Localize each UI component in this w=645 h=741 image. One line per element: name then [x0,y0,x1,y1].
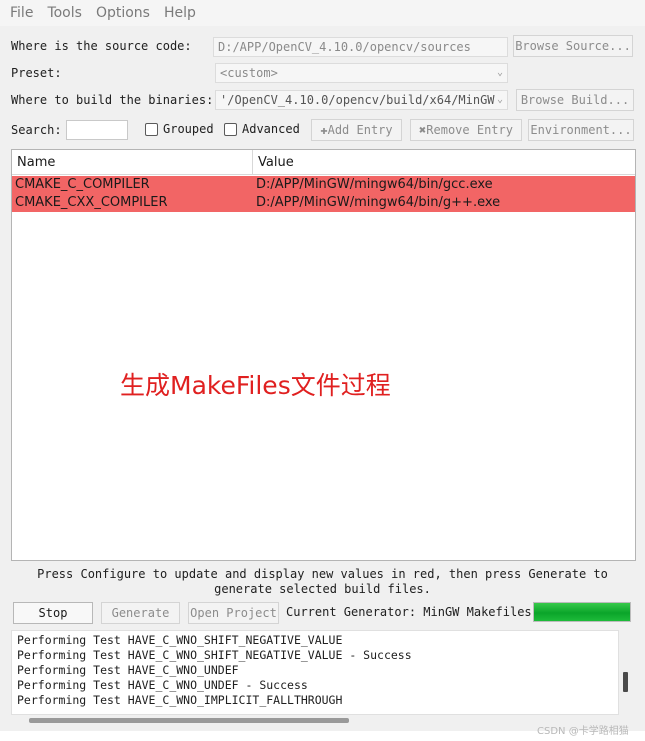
search-label: Search: [11,123,62,137]
current-generator-label: Current Generator: MinGW Makefiles [286,605,532,619]
progress-bar [533,602,631,622]
grouped-label: Grouped [163,122,214,136]
table-row[interactable]: CMAKE_CXX_COMPILER D:/APP/MinGW/mingw64/… [12,194,635,212]
preset-label: Preset: [11,66,62,80]
log-line: Performing Test HAVE_C_WNO_SHIFT_NEGATIV… [17,633,343,647]
scrollbar-thumb[interactable] [623,672,628,692]
build-path-value: '/OpenCV_4.10.0/opencv/build/x64/MinGW [220,93,495,107]
menu-file[interactable]: File [10,5,33,21]
checkbox-box[interactable] [145,122,158,136]
build-label: Where to build the binaries: [11,93,214,107]
chevron-down-icon: ⌄ [496,94,503,105]
menu-help[interactable]: Help [164,5,196,21]
menu-tools[interactable]: Tools [47,5,82,21]
hint-line-1: Press Configure to update and display ne… [37,567,608,581]
environment-button[interactable]: Environment... [528,119,634,141]
checkbox-box[interactable] [224,122,237,136]
grouped-checkbox[interactable]: Grouped [145,122,214,136]
progress-fill [534,603,630,621]
menu-options[interactable]: Options [96,5,150,21]
menu-bar: File Tools Options Help [0,0,645,26]
open-project-button[interactable]: Open Project [188,602,279,624]
advanced-label: Advanced [242,122,300,136]
hint-line-2: generate selected build files. [214,582,431,596]
scrollbar-thumb[interactable] [29,718,349,723]
preset-value: <custom> [220,66,278,80]
watermark: CSDN @卡学路相猫 [537,726,629,737]
source-path-field[interactable]: D:/APP/OpenCV_4.10.0/opencv/sources [213,37,508,57]
remove-entry-label: Remove Entry [426,123,513,137]
column-divider[interactable] [252,150,253,175]
browse-source-button[interactable]: Browse Source... [513,35,633,57]
stop-button[interactable]: Stop [13,602,93,624]
row-value: D:/APP/MinGW/mingw64/bin/g++.exe [256,195,501,210]
log-line: Performing Test HAVE_C_WNO_IMPLICIT_FALL… [17,693,343,707]
plus-icon: ✚ [320,123,328,137]
annotation-caption: 生成MakeFiles文件过程 [120,371,391,400]
browse-build-button[interactable]: Browse Build... [516,89,634,111]
column-header-name[interactable]: Name [17,155,55,170]
add-entry-button[interactable]: ✚Add Entry [311,119,402,141]
log-vertical-scrollbar[interactable] [621,630,631,715]
preset-select[interactable]: <custom> ⌄ [215,63,508,83]
advanced-checkbox[interactable]: Advanced [224,122,300,136]
table-row[interactable]: CMAKE_C_COMPILER D:/APP/MinGW/mingw64/bi… [12,176,635,194]
cmake-gui-window: File Tools Options Help Where is the sou… [0,0,645,741]
build-path-select[interactable]: '/OpenCV_4.10.0/opencv/build/x64/MinGW ⌄ [215,90,508,110]
row-name: CMAKE_CXX_COMPILER [15,195,168,210]
output-log[interactable]: Performing Test HAVE_C_WNO_SHIFT_NEGATIV… [11,630,619,715]
log-horizontal-scrollbar[interactable] [11,715,619,727]
chevron-down-icon: ⌄ [496,67,503,78]
log-line: Performing Test HAVE_C_WNO_SHIFT_NEGATIV… [17,648,412,662]
column-header-value[interactable]: Value [258,155,294,170]
row-name: CMAKE_C_COMPILER [15,177,150,192]
source-label: Where is the source code: [11,39,192,53]
log-line: Performing Test HAVE_C_WNO_UNDEF - Succe… [17,678,308,692]
log-line: Performing Test HAVE_C_WNO_UNDEF [17,663,239,677]
add-entry-label: Add Entry [327,123,393,137]
row-value: D:/APP/MinGW/mingw64/bin/gcc.exe [256,177,493,192]
cache-table[interactable]: Name Value CMAKE_C_COMPILER D:/APP/MinGW… [11,149,636,561]
generate-button[interactable]: Generate [101,602,180,624]
remove-entry-button[interactable]: ✖Remove Entry [410,119,522,141]
search-input[interactable] [66,120,128,140]
table-header: Name Value [12,150,635,175]
configure-hint: Press Configure to update and display ne… [20,567,625,597]
